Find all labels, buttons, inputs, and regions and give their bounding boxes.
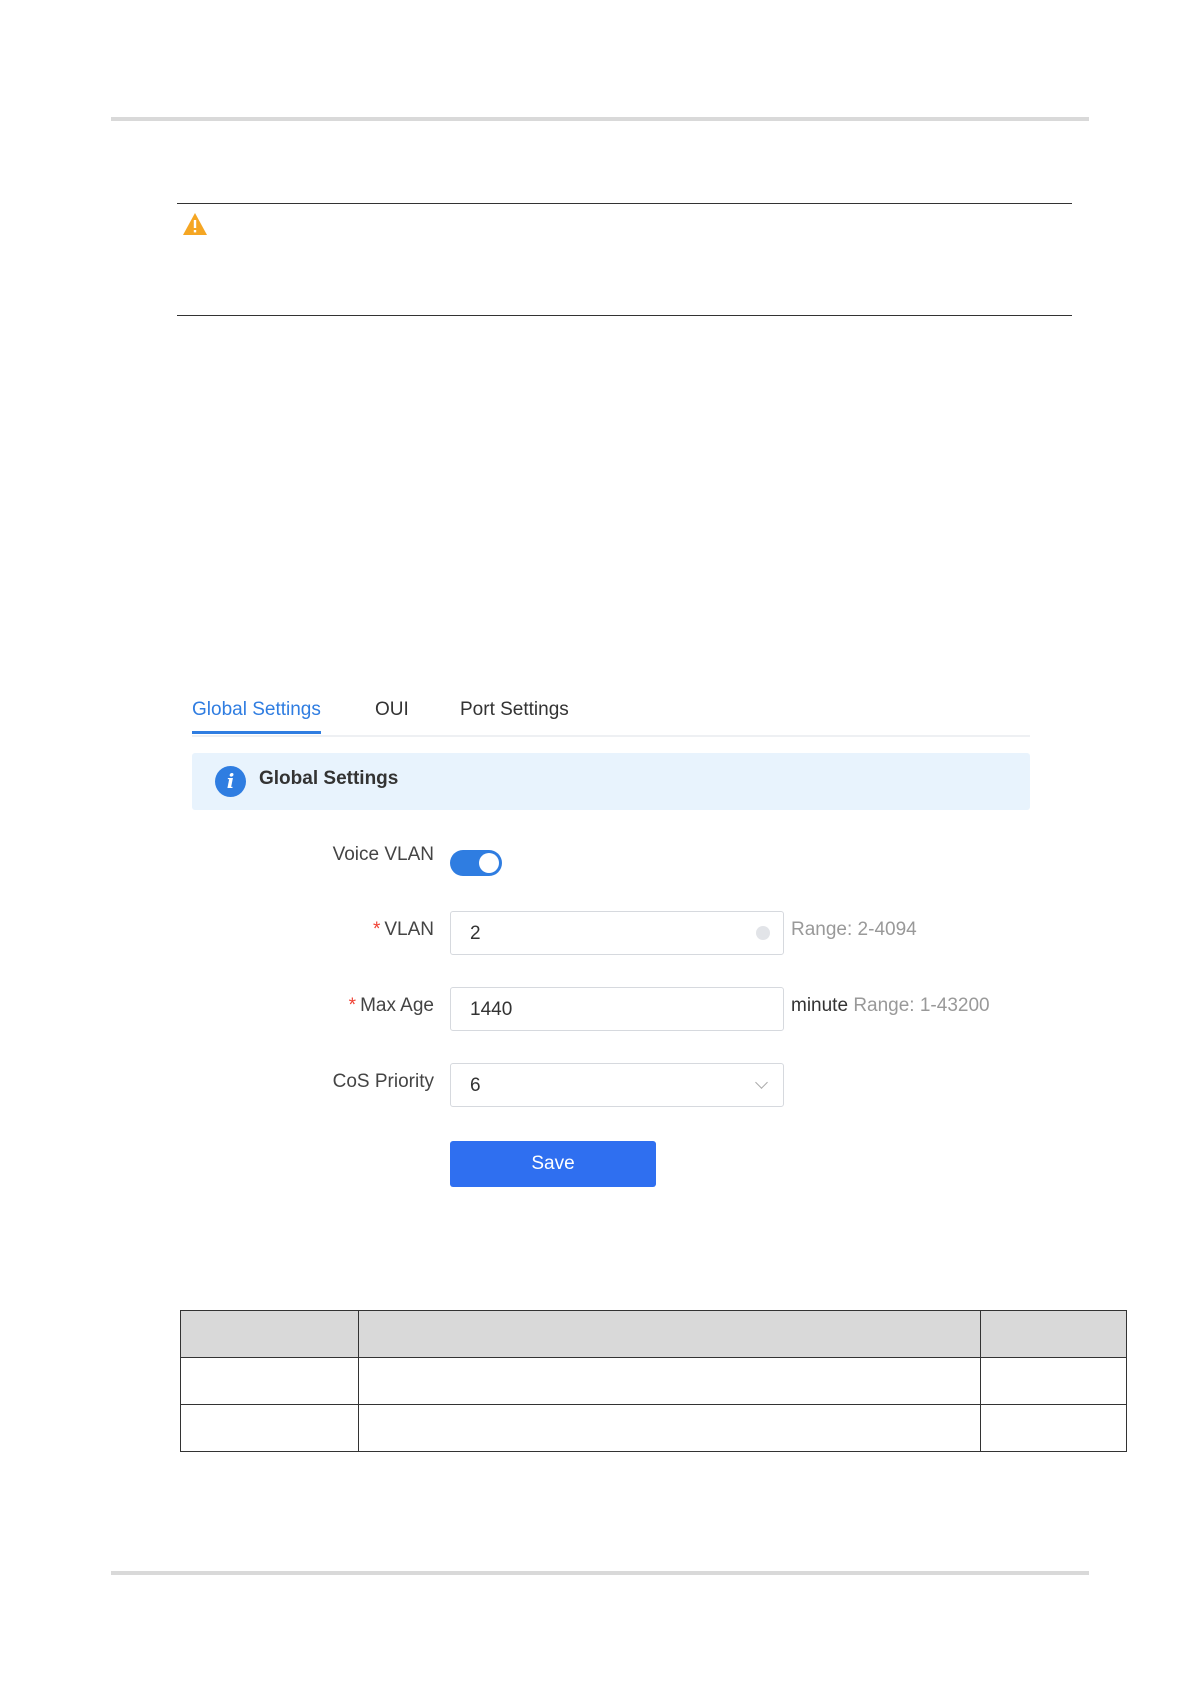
header-rule bbox=[111, 117, 1089, 121]
table-row bbox=[180, 1404, 1127, 1452]
vlan-range-hint: Range: 2-4094 bbox=[791, 919, 917, 940]
table-cell bbox=[358, 1404, 981, 1452]
warning-box bbox=[177, 203, 1072, 316]
max-age-range: Range: 1-43200 bbox=[853, 995, 990, 1016]
max-age-range-hint: minute Range: 1-43200 bbox=[791, 995, 990, 1017]
section-title: Global Settings bbox=[259, 768, 399, 789]
voice-vlan-toggle[interactable] bbox=[450, 850, 502, 876]
info-icon: i bbox=[215, 766, 246, 797]
vlan-input-value: 2 bbox=[470, 923, 481, 944]
table-cell bbox=[180, 1404, 359, 1452]
table-header-cell bbox=[980, 1310, 1127, 1358]
tab-bar: Global Settings OUI Port Settings bbox=[192, 690, 1030, 737]
max-age-unit: minute bbox=[791, 995, 849, 1016]
cos-priority-value: 6 bbox=[470, 1075, 481, 1096]
footer-rule bbox=[111, 1571, 1089, 1575]
table-header-cell bbox=[358, 1310, 981, 1358]
required-mark: * bbox=[372, 919, 381, 940]
table-cell bbox=[358, 1357, 981, 1405]
clear-icon[interactable] bbox=[756, 926, 770, 940]
warning-triangle-icon bbox=[183, 213, 207, 235]
parameter-table bbox=[180, 1310, 1127, 1452]
table-header-cell bbox=[180, 1310, 359, 1358]
tab-global-settings[interactable]: Global Settings bbox=[192, 690, 321, 734]
chevron-down-icon bbox=[755, 1076, 768, 1089]
max-age-label: * Max Age bbox=[349, 995, 434, 1017]
table-header-row bbox=[180, 1310, 1127, 1358]
save-button[interactable]: Save bbox=[450, 1141, 656, 1187]
vlan-label-text: VLAN bbox=[384, 919, 434, 940]
table-cell bbox=[180, 1357, 359, 1405]
table-row bbox=[180, 1357, 1127, 1405]
max-age-input[interactable]: 1440 bbox=[450, 987, 784, 1031]
vlan-label: * VLAN bbox=[373, 919, 434, 941]
cos-priority-select[interactable]: 6 bbox=[450, 1063, 784, 1107]
max-age-input-value: 1440 bbox=[470, 999, 513, 1020]
toggle-knob bbox=[479, 853, 499, 873]
required-mark: * bbox=[348, 995, 357, 1016]
tab-oui[interactable]: OUI bbox=[375, 690, 409, 733]
table-cell bbox=[980, 1357, 1127, 1405]
max-age-label-text: Max Age bbox=[360, 995, 434, 1016]
voice-vlan-label: Voice VLAN bbox=[332, 844, 434, 865]
vlan-input[interactable]: 2 bbox=[450, 911, 784, 955]
info-banner: i Global Settings bbox=[192, 753, 1030, 810]
tab-port-settings[interactable]: Port Settings bbox=[460, 690, 569, 733]
cos-priority-label: CoS Priority bbox=[332, 1071, 434, 1092]
table-cell bbox=[980, 1404, 1127, 1452]
